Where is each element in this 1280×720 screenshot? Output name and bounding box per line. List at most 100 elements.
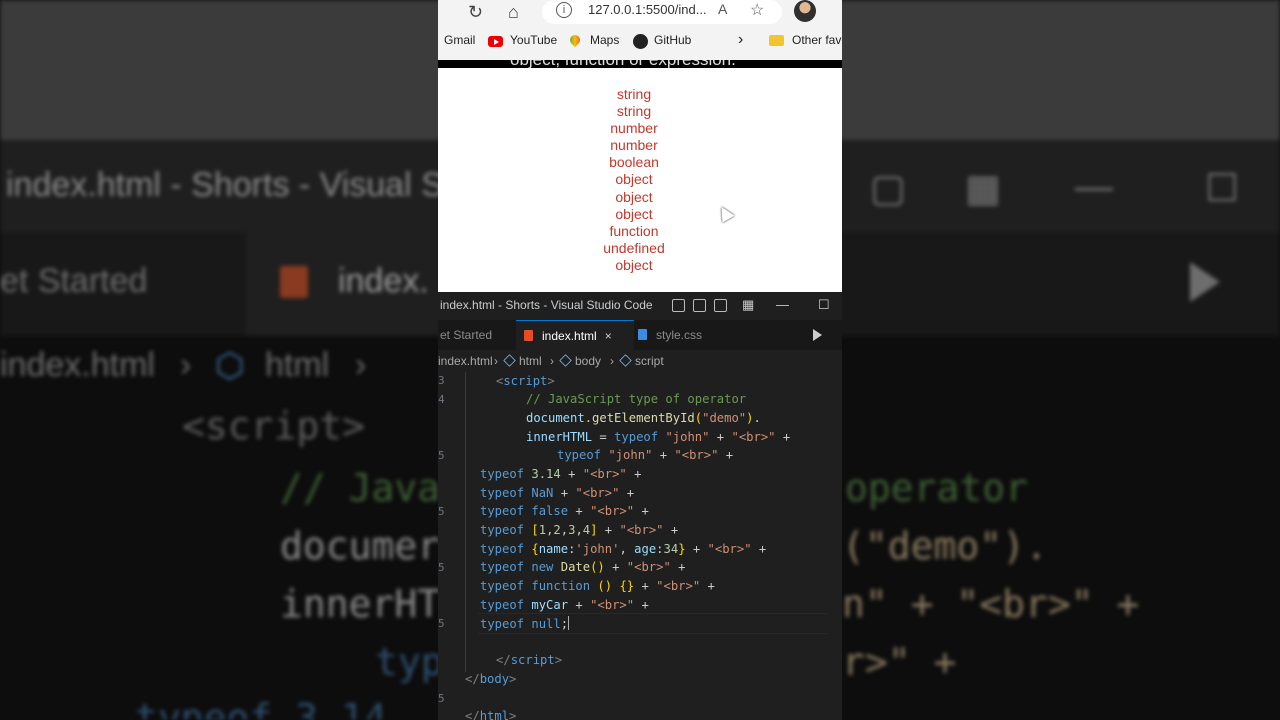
bg-run-icon (1190, 262, 1220, 302)
toggle-panel-icon[interactable] (693, 299, 706, 312)
result-line: undefined (603, 239, 665, 256)
tab-index-html[interactable]: index.html × (516, 320, 634, 351)
code-line: typeof myCar + "<br>" + (480, 598, 649, 612)
code-line: typeof NaN + "<br>" + (480, 486, 635, 500)
bg-tab-index: index. (338, 262, 429, 300)
line-number: 5 (438, 561, 445, 574)
reload-icon[interactable]: ↻ (468, 2, 483, 23)
tab-label: style.css (656, 328, 703, 342)
bg-crumb-sep: › (180, 346, 192, 384)
text-caret (568, 616, 570, 630)
chevron-right-icon[interactable]: › (738, 31, 743, 49)
read-aloud-icon[interactable]: A (718, 1, 727, 17)
element-cube-icon (619, 354, 632, 367)
code-line: typeof "john" + "<br>" + (557, 448, 734, 462)
line-number: 4 (438, 393, 445, 406)
line-number: 5 (438, 692, 445, 705)
bg-maximize-icon: ☐ (1205, 168, 1240, 210)
css3-icon (638, 329, 647, 340)
bg-code-comment: // Java (280, 466, 441, 510)
url-text[interactable]: 127.0.0.1:5500/ind... (588, 2, 707, 17)
bookmark-gmail[interactable]: Gmail (444, 33, 475, 47)
bg-crumb-file: index.html (0, 346, 155, 384)
breadcrumb: index.html › html › body › script (438, 350, 842, 372)
customize-layout-icon[interactable]: ▦ (742, 297, 754, 313)
site-info-icon[interactable]: i (556, 2, 572, 18)
code-line: typeof {name:'john', age:34} + "<br>" + (480, 542, 767, 556)
github-icon (633, 34, 648, 49)
code-line: typeof new Date() + "<br>" + (480, 560, 686, 574)
breadcrumb-separator: › (494, 354, 498, 368)
window-title: index.html - Shorts - Visual Studio Code (440, 298, 653, 312)
breadcrumb-separator: › (550, 354, 554, 368)
tab-label: index.html (542, 329, 597, 343)
profile-avatar[interactable] (794, 0, 816, 22)
toggle-secondary-sidebar-icon[interactable] (714, 299, 727, 312)
result-line: number (610, 137, 658, 154)
line-number: 5 (438, 617, 445, 630)
code-line: typeof function () {} + "<br>" + (480, 579, 715, 593)
code-line: <script> (496, 374, 555, 388)
bg-customize-icon: ▦ (965, 168, 1001, 210)
result-line: function (609, 222, 659, 239)
bg-code-demo: ("demo"). (842, 524, 1048, 568)
result-line: string (616, 86, 652, 102)
breadcrumb-html[interactable]: html (503, 354, 542, 368)
bg-code-script: <script> (182, 404, 366, 448)
close-icon[interactable]: × (605, 329, 612, 343)
editor-tabs: et Started index.html × style.css (438, 320, 842, 351)
bookmarks-bar: Gmail YouTube Maps GitHub › Other favo (438, 30, 842, 54)
code-line: innerHTML = typeof "john" + "<br>" + (526, 430, 791, 444)
breadcrumb-script[interactable]: script (619, 354, 664, 368)
bookmark-github[interactable]: GitHub (654, 33, 691, 47)
phone-frame: ↻ ⌂ i 127.0.0.1:5500/ind... A ☆ Gmail Yo… (438, 0, 842, 720)
bg-crumb-sep-2: › (355, 346, 367, 384)
bg-code-typeof: typeof 3.14 (135, 696, 387, 720)
result-line: boolean (609, 154, 659, 171)
minimize-icon[interactable]: — (776, 297, 789, 312)
line-number: 5 (438, 505, 445, 518)
element-cube-icon (503, 354, 516, 367)
favorite-star-icon[interactable]: ☆ (750, 0, 764, 20)
indent-guide (465, 372, 466, 672)
run-icon[interactable] (813, 329, 822, 341)
breadcrumb-body[interactable]: body (559, 354, 601, 368)
bookmark-other-favorites[interactable]: Other favo (792, 33, 842, 47)
breadcrumb-separator: › (610, 354, 614, 368)
code-line: </body> (465, 672, 517, 686)
bg-html5-icon (280, 266, 308, 298)
bg-code-operator: operator (845, 466, 1029, 510)
bg-code-document: documer (280, 524, 441, 568)
tab-get-started[interactable]: et Started (438, 320, 518, 350)
code-editor[interactable]: 3 4 5 5 5 5 5 <script> // JavaScript typ… (438, 372, 842, 720)
result-line: string (616, 103, 652, 120)
tab-style-css[interactable]: style.css (634, 320, 742, 350)
breadcrumb-file[interactable]: index.html (438, 354, 493, 368)
code-line: </html> (465, 709, 517, 720)
html5-icon (524, 330, 533, 341)
page-header-text: object, function or expression. (510, 60, 736, 68)
bg-window-title: index.html - Shorts - Visual S (6, 166, 444, 204)
element-cube-icon (559, 354, 572, 367)
folder-icon (769, 35, 784, 46)
bookmark-youtube[interactable]: YouTube (510, 33, 557, 47)
address-bar[interactable]: i 127.0.0.1:5500/ind... A ☆ (542, 0, 782, 24)
home-icon[interactable]: ⌂ (508, 2, 519, 23)
bookmark-maps[interactable]: Maps (590, 33, 619, 47)
result-line: object (615, 205, 653, 222)
bg-minimize-icon: — (1075, 166, 1113, 208)
bg-code-typ: typ (375, 640, 444, 684)
code-line: typeof false + "<br>" + (480, 504, 649, 518)
bg-tab-get-started: et Started (0, 262, 148, 300)
typeof-results: string string number number boolean obje… (438, 86, 830, 274)
toggle-sidebar-icon[interactable] (672, 299, 685, 312)
maps-icon (567, 32, 583, 48)
code-line: typeof [1,2,3,4] + "<br>" + (480, 523, 679, 537)
bg-cube-icon: ⬡ (215, 347, 245, 385)
bg-code-br-2: r>" + (842, 640, 957, 684)
browser-toolbar: ↻ ⌂ i 127.0.0.1:5500/ind... A ☆ Gmail Yo… (438, 0, 842, 60)
maximize-icon[interactable]: ☐ (818, 297, 830, 313)
code-line: document.getElementById("demo"). (526, 411, 761, 425)
web-page: object, function or expression. string s… (438, 60, 842, 292)
code-line: typeof null; (480, 616, 570, 631)
